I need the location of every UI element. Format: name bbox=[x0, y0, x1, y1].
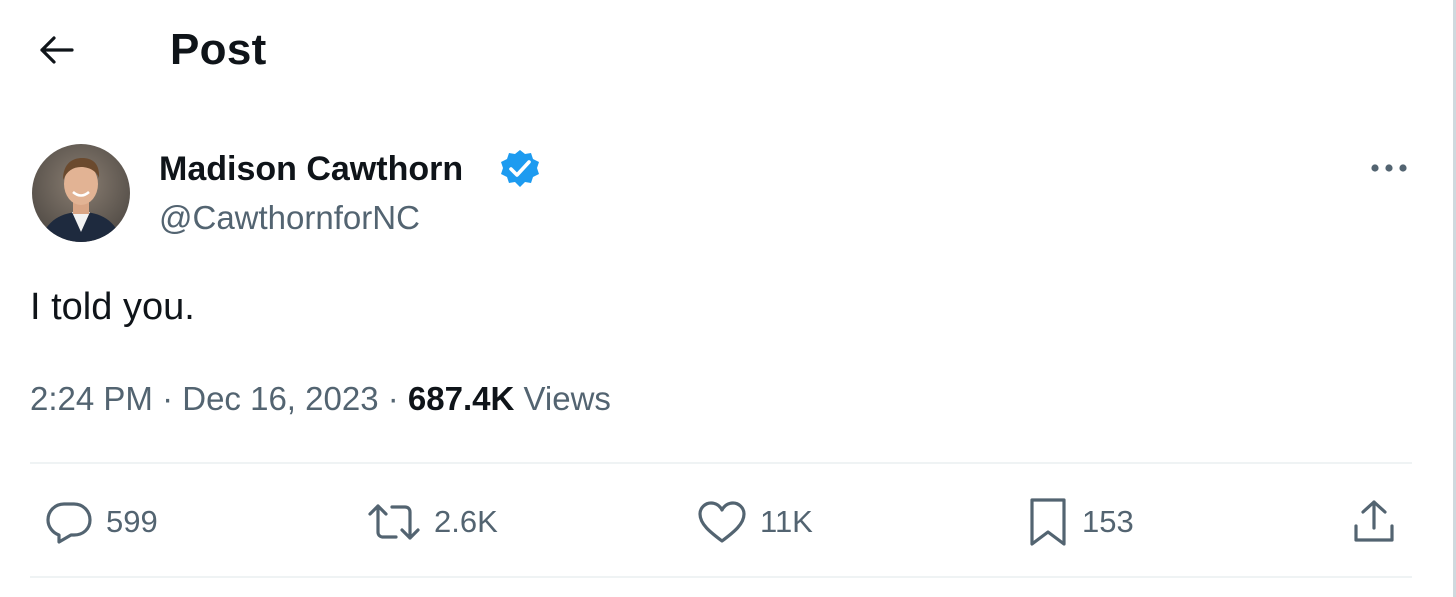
repost-count: 2.6K bbox=[434, 504, 498, 539]
heart-icon bbox=[698, 501, 746, 543]
back-button[interactable] bbox=[30, 28, 82, 72]
avatar[interactable] bbox=[32, 144, 130, 242]
repost-button[interactable]: 2.6K bbox=[366, 496, 498, 548]
views-count: 687.4K bbox=[407, 380, 515, 417]
more-options-button[interactable] bbox=[1364, 150, 1414, 186]
verified-badge-icon bbox=[498, 148, 542, 190]
meta-separator: · bbox=[162, 380, 174, 417]
bookmark-icon bbox=[1030, 498, 1066, 546]
post-time[interactable]: 2:24 PM bbox=[30, 380, 153, 417]
views-label: Views bbox=[523, 380, 611, 417]
post-text: I told you. bbox=[30, 286, 195, 328]
share-icon bbox=[1354, 500, 1394, 542]
divider bbox=[30, 462, 1412, 464]
like-button[interactable]: 11K bbox=[696, 496, 813, 548]
bookmark-count: 153 bbox=[1082, 504, 1134, 539]
post-date[interactable]: Dec 16, 2023 bbox=[182, 380, 378, 417]
repost-icon bbox=[368, 504, 420, 540]
author-name[interactable]: Madison Cawthorn bbox=[159, 148, 463, 190]
divider bbox=[30, 576, 1412, 578]
author-handle[interactable]: @CawthornforNC bbox=[159, 198, 420, 238]
share-button[interactable] bbox=[1350, 496, 1398, 548]
meta-separator: · bbox=[387, 380, 399, 417]
reply-icon bbox=[46, 502, 92, 544]
reply-count: 599 bbox=[106, 504, 158, 539]
bookmark-button[interactable]: 153 bbox=[1026, 496, 1134, 548]
more-horizontal-icon bbox=[1371, 164, 1407, 172]
post-meta: 2:24 PM · Dec 16, 2023 · 687.4K Views bbox=[30, 378, 611, 420]
reply-button[interactable]: 599 bbox=[44, 496, 158, 548]
like-count: 11K bbox=[760, 504, 813, 539]
arrow-left-icon bbox=[40, 36, 74, 64]
page-title: Post bbox=[170, 25, 267, 74]
